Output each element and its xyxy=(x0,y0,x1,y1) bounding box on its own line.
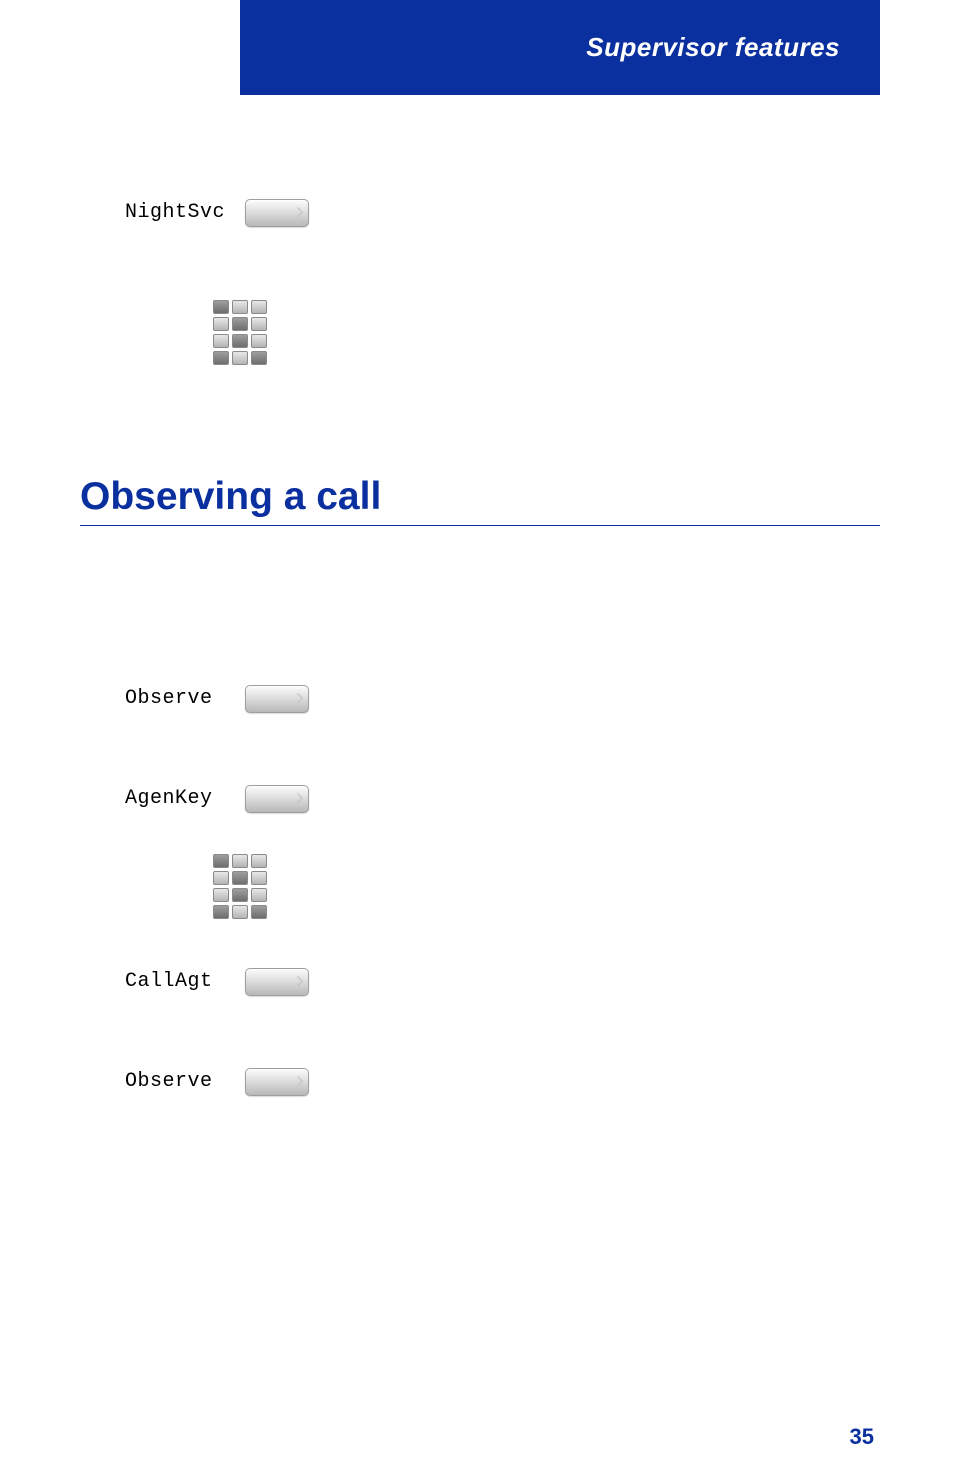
observe-button-2[interactable] xyxy=(245,1068,309,1096)
section-heading: Observing a call xyxy=(80,475,880,526)
header-title: Supervisor features xyxy=(586,32,840,63)
agenkey-button[interactable] xyxy=(245,785,309,813)
observe-label-2: Observe xyxy=(125,1070,245,1093)
section-observe: Observe AgenKey CallAgt Observe xyxy=(80,676,880,1104)
page-content: NightSvc Observing a call Observe AgenKe… xyxy=(80,150,880,1169)
observe-row-2: Observe xyxy=(125,1059,880,1104)
keypad-icon xyxy=(213,300,880,365)
keypad-icon xyxy=(213,854,880,919)
agenkey-label: AgenKey xyxy=(125,787,245,810)
observe-label-1: Observe xyxy=(125,687,245,710)
callagt-label: CallAgt xyxy=(125,970,245,993)
page-number: 35 xyxy=(850,1424,874,1450)
nightsvc-button[interactable] xyxy=(245,199,309,227)
observe-row-1: Observe xyxy=(125,676,880,721)
observe-button-1[interactable] xyxy=(245,685,309,713)
callagt-button[interactable] xyxy=(245,968,309,996)
callagt-row: CallAgt xyxy=(125,959,880,1004)
header-band: Supervisor features xyxy=(240,0,880,95)
nightsvc-label: NightSvc xyxy=(125,201,245,224)
agenkey-row: AgenKey xyxy=(125,776,880,821)
nightsvc-row: NightSvc xyxy=(125,190,880,235)
